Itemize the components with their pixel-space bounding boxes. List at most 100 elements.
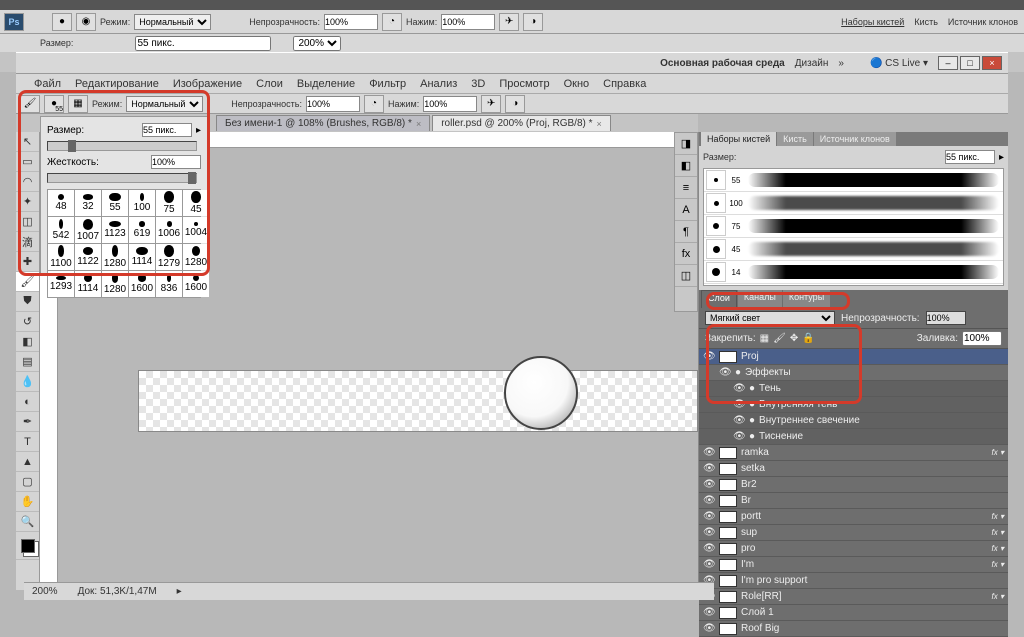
brush-cell[interactable]: 1006: [156, 217, 182, 243]
visibility-eye-icon[interactable]: 👁: [703, 511, 715, 522]
pressure-size-icon[interactable]: ◑: [505, 95, 525, 113]
visibility-eye-icon[interactable]: 👁: [733, 383, 745, 394]
tab-layers[interactable]: Слои: [701, 290, 737, 308]
layer-opacity-input[interactable]: [926, 311, 966, 325]
brush-cell[interactable]: 1600: [129, 271, 155, 297]
layer-fx-badge[interactable]: fx ▾: [992, 528, 1004, 537]
popup-size-input[interactable]: [142, 123, 192, 137]
history-brush-tool-icon[interactable]: ↺: [16, 312, 39, 332]
layer-row[interactable]: 👁●Внутренняя тень: [699, 397, 1008, 413]
size-input-outer[interactable]: [135, 36, 271, 51]
menu-analysis[interactable]: Анализ: [420, 78, 457, 90]
menu-view[interactable]: Просмотр: [499, 78, 549, 90]
layer-row[interactable]: 👁porttfx ▾: [699, 509, 1008, 525]
visibility-eye-icon[interactable]: 👁: [703, 479, 715, 490]
brush-cell[interactable]: 1280: [102, 244, 128, 270]
pressure-opacity-icon[interactable]: ◔: [382, 13, 402, 31]
tab-brush-presets[interactable]: Наборы кистей: [701, 132, 776, 146]
brush-stroke-row[interactable]: 100: [704, 192, 1003, 215]
brush-stroke-row[interactable]: 14: [704, 261, 1003, 284]
menu-3d[interactable]: 3D: [471, 78, 485, 90]
brush-cell[interactable]: 48: [48, 190, 74, 216]
brush-cell[interactable]: 1100: [48, 244, 74, 270]
brush-cell[interactable]: 542: [48, 217, 74, 243]
layer-row[interactable]: 👁Br2: [699, 477, 1008, 493]
fill-input[interactable]: [962, 331, 1002, 346]
tab-channels[interactable]: Каналы: [738, 290, 782, 308]
dock-icon[interactable]: fx: [675, 243, 697, 265]
brush-stroke-row[interactable]: 55: [704, 169, 1003, 192]
layer-row[interactable]: 👁supfx ▾: [699, 525, 1008, 541]
visibility-eye-icon[interactable]: 👁: [733, 431, 745, 442]
opacity-input-outer[interactable]: [324, 14, 378, 30]
airbrush-icon[interactable]: ✈: [481, 95, 501, 113]
brush-tool-icon[interactable]: 🖌: [16, 272, 39, 292]
brush-cell[interactable]: 836: [156, 271, 182, 297]
marquee-tool-icon[interactable]: ▭: [16, 152, 39, 172]
layer-row[interactable]: 👁●Тиснение: [699, 429, 1008, 445]
layer-row[interactable]: 👁●Внутреннее свечение: [699, 413, 1008, 429]
brush-stroke-row[interactable]: 75: [704, 215, 1003, 238]
presets-link[interactable]: Наборы кистей: [841, 17, 904, 27]
dock-icon[interactable]: ◫: [675, 265, 697, 287]
hardness-slider[interactable]: [47, 173, 197, 183]
layer-fx-badge[interactable]: fx ▾: [992, 544, 1004, 553]
heal-tool-icon[interactable]: ✚: [16, 252, 39, 272]
visibility-eye-icon[interactable]: 👁: [703, 495, 715, 506]
workspace-main[interactable]: Основная рабочая среда: [660, 58, 785, 69]
pressure-opacity-icon[interactable]: ◔: [364, 95, 384, 113]
popup-hardness-input[interactable]: [151, 155, 201, 169]
visibility-eye-icon[interactable]: 👁: [703, 527, 715, 538]
brush-cell[interactable]: 100: [129, 190, 155, 216]
visibility-eye-icon[interactable]: 👁: [703, 623, 715, 634]
lasso-tool-icon[interactable]: ◠: [16, 172, 39, 192]
layer-row[interactable]: 👁●Эффекты: [699, 365, 1008, 381]
brush-cell[interactable]: 1279: [156, 244, 182, 270]
brush-tool-icon[interactable]: 🖌: [20, 95, 40, 113]
blur-tool-icon[interactable]: 💧: [16, 372, 39, 392]
menu-help[interactable]: Справка: [603, 78, 646, 90]
doc-tab-inner-1[interactable]: Без имени-1 @ 108% (Brushes, RGB/8) *×: [216, 115, 430, 131]
close-icon[interactable]: ×: [416, 119, 421, 129]
brush-cell[interactable]: 1122: [75, 244, 101, 270]
lock-transparency-icon[interactable]: ▦: [760, 333, 769, 344]
dock-icon[interactable]: ◨: [675, 133, 697, 155]
color-swatch-icon[interactable]: [16, 532, 39, 560]
brush-tip-icon[interactable]: ◉: [76, 13, 96, 31]
close-icon[interactable]: ×: [597, 119, 602, 129]
layer-row[interactable]: 👁I'mfx ▾: [699, 557, 1008, 573]
brush-cell[interactable]: 1004: [183, 217, 209, 243]
brush-stroke-row[interactable]: 24: [704, 284, 1003, 286]
brush-preset-icon[interactable]: ●: [52, 13, 72, 31]
flyout-arrow-icon[interactable]: ▸: [196, 125, 201, 136]
layer-fx-badge[interactable]: fx ▾: [992, 512, 1004, 521]
dodge-tool-icon[interactable]: ◐: [16, 392, 39, 412]
brush-stroke-list[interactable]: 5510075451424542: [703, 168, 1004, 286]
brush-cell[interactable]: 619: [129, 217, 155, 243]
crop-tool-icon[interactable]: ◫: [16, 212, 39, 232]
menu-filter[interactable]: Фильтр: [369, 78, 406, 90]
layer-row[interactable]: 👁●Тень: [699, 381, 1008, 397]
opacity-input-inner[interactable]: [306, 96, 360, 112]
layer-row[interactable]: 👁I'm pro support: [699, 573, 1008, 589]
close-icon[interactable]: ×: [982, 56, 1002, 70]
brush-preset-picker-icon[interactable]: 55●: [44, 95, 64, 113]
dock-icon[interactable]: ¶: [675, 221, 697, 243]
brush-cell[interactable]: 1293: [48, 271, 74, 297]
pen-tool-icon[interactable]: ✒: [16, 412, 39, 432]
dock-icon[interactable]: A: [675, 199, 697, 221]
layer-fx-badge[interactable]: fx ▾: [992, 448, 1004, 457]
brush-cell[interactable]: 45: [183, 190, 209, 216]
airbrush-icon[interactable]: ✈: [499, 13, 519, 31]
brush-cell[interactable]: 1114: [129, 244, 155, 270]
brush-grid[interactable]: 4832551007545542100711236191006100411001…: [47, 189, 201, 298]
status-zoom[interactable]: 200%: [32, 586, 58, 597]
size-slider[interactable]: [47, 141, 197, 151]
eraser-tool-icon[interactable]: ◧: [16, 332, 39, 352]
dock-icon[interactable]: ≡: [675, 177, 697, 199]
brush-cell[interactable]: 32: [75, 190, 101, 216]
hand-tool-icon[interactable]: ✋: [16, 492, 39, 512]
zoom-tool-icon[interactable]: 🔍: [16, 512, 39, 532]
brush-link[interactable]: Кисть: [914, 17, 938, 27]
visibility-eye-icon[interactable]: 👁: [703, 607, 715, 618]
